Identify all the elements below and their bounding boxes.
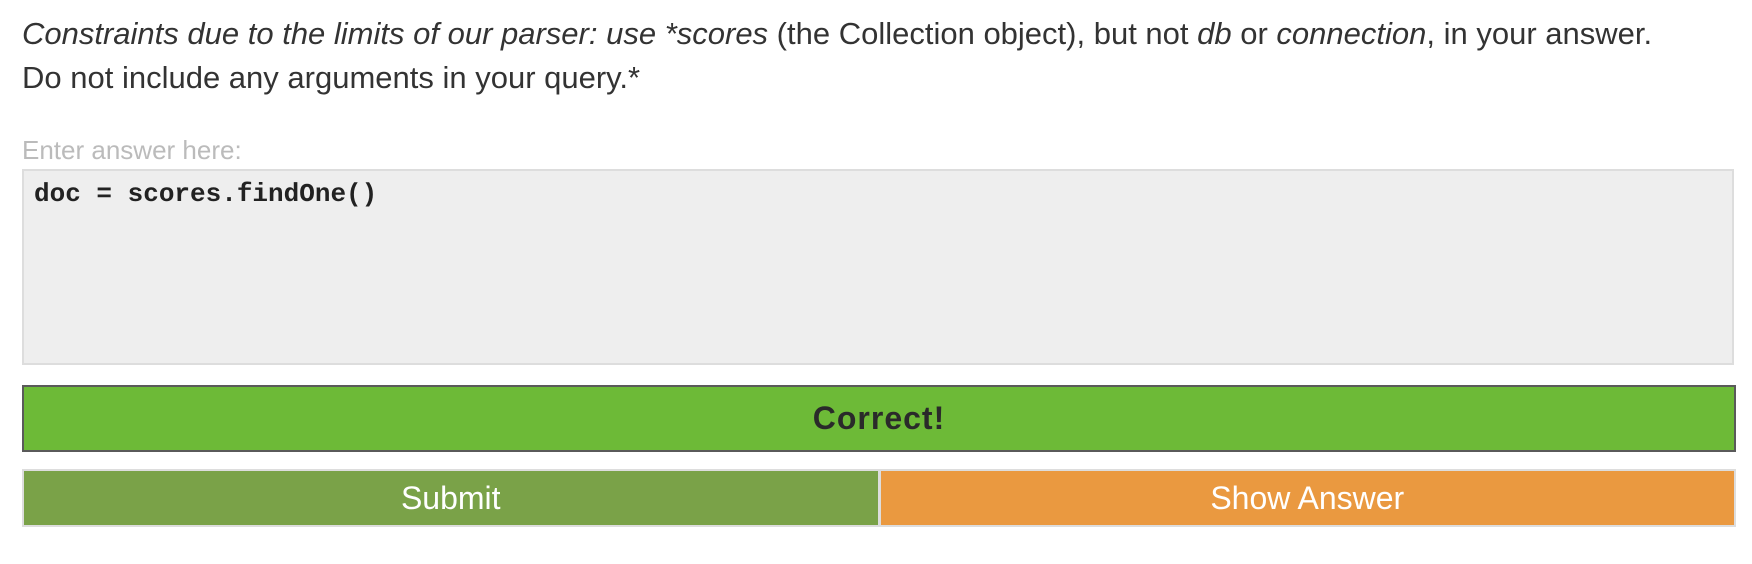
instructions-italic-connection: connection xyxy=(1276,16,1427,51)
quiz-question: Constraints due to the limits of our par… xyxy=(0,0,1752,564)
submit-button[interactable]: Submit xyxy=(24,471,881,525)
action-buttons: Submit Show Answer xyxy=(22,469,1736,527)
show-answer-button-label: Show Answer xyxy=(1210,479,1405,516)
instructions-plain-c: , in your answer. xyxy=(1426,16,1653,51)
show-answer-button[interactable]: Show Answer xyxy=(880,471,1734,525)
question-instructions: Constraints due to the limits of our par… xyxy=(22,12,1742,100)
feedback-text: Correct! xyxy=(812,400,946,436)
feedback-banner: Correct! xyxy=(22,385,1736,452)
instructions-italic-db: db xyxy=(1197,16,1232,51)
instructions-plain-a: (the Collection object), but not xyxy=(768,16,1198,51)
instructions-plain-b: or xyxy=(1231,16,1277,51)
submit-button-label: Submit xyxy=(400,479,501,516)
answer-input[interactable] xyxy=(22,169,1734,365)
instructions-italic-a: Constraints due to the limits of our par… xyxy=(22,16,769,51)
instructions-line-2: Do not include any arguments in your que… xyxy=(22,60,641,95)
answer-label: Enter answer here: xyxy=(22,135,242,165)
